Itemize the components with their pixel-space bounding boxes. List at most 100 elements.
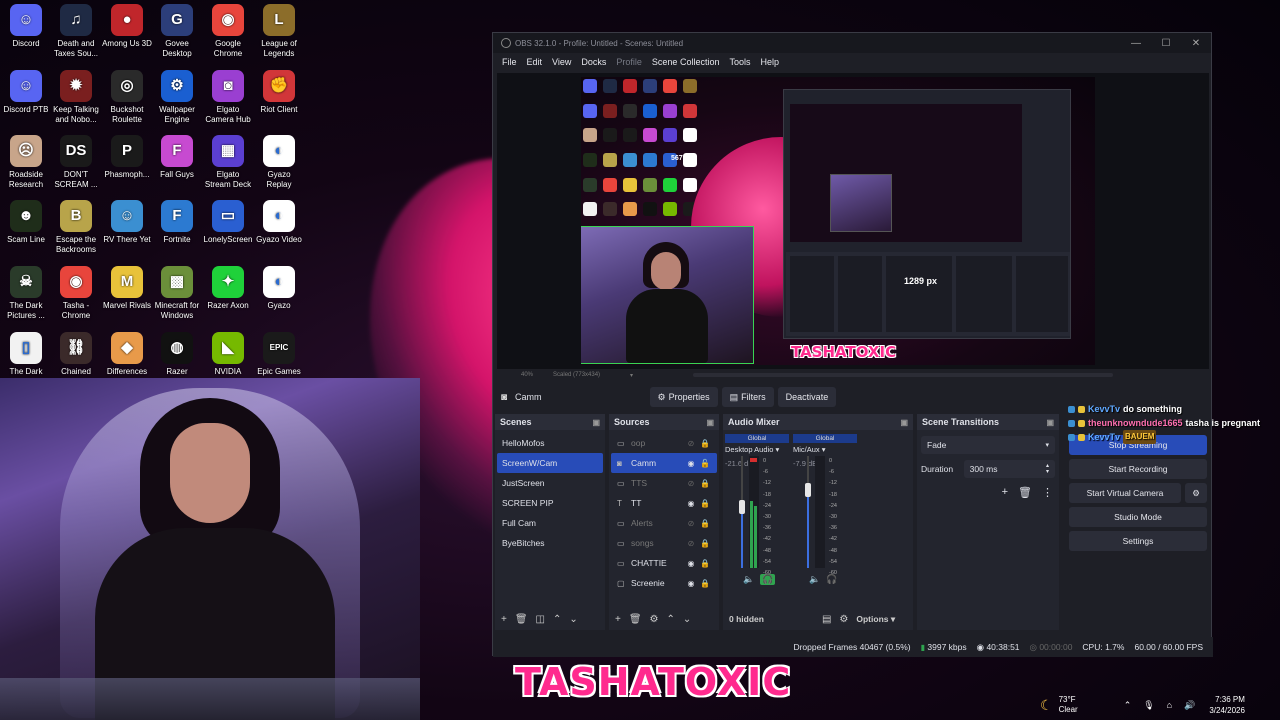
eye-hidden-icon[interactable]: ⊘	[683, 479, 699, 488]
add-source-icon[interactable]: +	[615, 614, 621, 625]
menu-docks[interactable]: Docks	[581, 57, 606, 67]
dock-float-icon[interactable]: ▣	[592, 418, 600, 427]
eye-hidden-icon[interactable]: ⊘	[683, 519, 699, 528]
lock-icon[interactable]: 🔒	[699, 439, 711, 448]
desktop-shortcut[interactable]: G Govee Desktop	[152, 4, 202, 59]
desktop-shortcut[interactable]: ☹ Roadside Research	[1, 135, 51, 190]
desktop-shortcut[interactable]: ◙ Elgato Camera Hub	[203, 70, 253, 125]
add-scene-icon[interactable]: +	[501, 614, 507, 625]
duration-input[interactable]: 300 ms ▴ ▾	[963, 460, 1055, 478]
move-down-icon[interactable]: ⌄	[569, 614, 577, 625]
lock-icon[interactable]: 🔒	[699, 519, 711, 528]
scene-filters-icon[interactable]: ◫	[536, 614, 545, 625]
menu-tools[interactable]: Tools	[729, 57, 750, 67]
source-item[interactable]: ▢ Screenie ◉ 🔒	[611, 573, 717, 593]
camera-source-preview[interactable]	[581, 226, 754, 364]
desktop-shortcut[interactable]: ▦ Elgato Stream Deck	[203, 135, 253, 190]
desktop-shortcut[interactable]: ☺ RV There Yet	[102, 200, 152, 255]
headphones-icon[interactable]: 🎧	[760, 574, 776, 585]
desktop-shortcut[interactable]: L League of Legends	[254, 4, 304, 59]
source-item[interactable]: T TT ◉ 🔒	[611, 493, 717, 513]
move-down-icon[interactable]: ⌄	[683, 614, 691, 625]
desktop-shortcut[interactable]: ✦ Razer Axon	[203, 266, 253, 321]
desktop-shortcut[interactable]: B Escape the Backrooms	[51, 200, 101, 255]
move-up-icon[interactable]: ⌃	[553, 614, 561, 625]
network-icon[interactable]: ⌂	[1167, 700, 1172, 711]
obs-titlebar[interactable]: OBS 32.1.0 - Profile: Untitled - Scenes:…	[493, 33, 1211, 53]
mixer-options-button[interactable]: Options ▾	[856, 614, 895, 625]
layout-icon[interactable]: ▤	[822, 614, 831, 625]
menu-profile[interactable]: Profile	[616, 57, 642, 67]
preview-canvas[interactable]: 567 px 1289 px TASHATOXIC	[581, 77, 1095, 365]
remove-transition-icon[interactable]: 🗑	[1018, 486, 1032, 499]
unlock-icon[interactable]: 🔓	[699, 459, 711, 468]
transition-menu-icon[interactable]: ⋮	[1042, 486, 1053, 499]
preview-scaling[interactable]: Scaled (773x434)	[553, 372, 600, 378]
desktop-shortcut[interactable]: ⚙ Wallpaper Engine	[152, 70, 202, 125]
deactivate-button[interactable]: Deactivate	[777, 387, 837, 407]
eye-icon[interactable]: ◉	[683, 559, 699, 568]
volume-fader[interactable]	[739, 456, 745, 568]
scene-item[interactable]: ScreenW/Cam	[497, 453, 603, 473]
start-recording-button[interactable]: Start Recording	[1069, 459, 1207, 479]
scene-item[interactable]: Full Cam	[497, 513, 603, 533]
desktop-shortcut[interactable]: ◉ Google Chrome	[203, 4, 253, 59]
speaker-icon[interactable]: 🔈	[743, 574, 754, 585]
eye-icon[interactable]: ◉	[683, 499, 699, 508]
volume-icon[interactable]: 🔊	[1184, 700, 1195, 711]
menu-file[interactable]: File	[502, 57, 517, 67]
minimize-button[interactable]: —	[1121, 38, 1151, 49]
dock-float-icon[interactable]: ▣	[706, 418, 714, 427]
menu-view[interactable]: View	[552, 57, 571, 67]
lock-icon[interactable]: 🔒	[699, 579, 711, 588]
move-up-icon[interactable]: ⌃	[667, 614, 675, 625]
preview-area[interactable]: 567 px 1289 px TASHATOXIC	[497, 73, 1209, 369]
preview-horizontal-scrollbar[interactable]	[693, 373, 1114, 377]
desktop-shortcut[interactable]: F Fortnite	[152, 200, 202, 255]
desktop-shortcut[interactable]: ● Among Us 3D	[102, 4, 152, 59]
headphones-icon[interactable]: 🎧	[826, 574, 837, 585]
close-button[interactable]: ✕	[1181, 38, 1211, 49]
desktop-shortcut[interactable]: ◐ Gyazo Video	[254, 200, 304, 255]
desktop-shortcut[interactable]: ▩ Minecraft for Windows	[152, 266, 202, 321]
clock[interactable]: 7:36 PM 3/24/2026	[1209, 694, 1245, 716]
desktop-shortcut[interactable]: DS DON'T SCREAM ...	[51, 135, 101, 190]
desktop-shortcut[interactable]: ◉ Tasha - Chrome	[51, 266, 101, 321]
weather-widget[interactable]: ☾ 73°F Clear	[1040, 695, 1078, 715]
eye-hidden-icon[interactable]: ⊘	[683, 539, 699, 548]
lock-icon[interactable]: 🔒	[699, 479, 711, 488]
properties-button[interactable]: ⚙ Properties	[649, 387, 718, 407]
microphone-icon[interactable]: 🎙	[1143, 700, 1154, 711]
source-item[interactable]: ▭ TTS ⊘ 🔒	[611, 473, 717, 493]
scene-item[interactable]: ByeBitches	[497, 533, 603, 553]
source-item[interactable]: ▭ oop ⊘ 🔒	[611, 433, 717, 453]
transition-select[interactable]: Fade ▾	[921, 436, 1055, 454]
lock-icon[interactable]: 🔒	[699, 499, 711, 508]
scene-item[interactable]: JustScreen	[497, 473, 603, 493]
add-transition-icon[interactable]: +	[1002, 486, 1008, 499]
source-item[interactable]: ◙ Camm ◉ 🔓	[611, 453, 717, 473]
settings-button[interactable]: Settings	[1069, 531, 1207, 551]
source-item[interactable]: ▭ Alerts ⊘ 🔒	[611, 513, 717, 533]
filters-button[interactable]: ▤ Filters	[721, 387, 774, 407]
desktop-shortcut[interactable]: ▭ LonelyScreen	[203, 200, 253, 255]
desktop-shortcut[interactable]: ◎ Buckshot Roulette	[102, 70, 152, 125]
spinner-icon[interactable]: ▴ ▾	[1046, 463, 1049, 475]
scene-item[interactable]: SCREEN PIP	[497, 493, 603, 513]
eye-icon[interactable]: ◉	[683, 459, 699, 468]
start-virtual-camera-button[interactable]: Start Virtual Camera	[1069, 483, 1181, 503]
desktop-shortcut[interactable]: ♫ Death and Taxes Sou...	[51, 4, 101, 59]
source-properties-icon[interactable]: ⚙	[650, 614, 659, 625]
desktop-shortcut[interactable]: ☺ Discord PTB	[1, 70, 51, 125]
desktop-shortcut[interactable]: ◐ Gyazo	[254, 266, 304, 321]
desktop-shortcut[interactable]: ☺ Discord	[1, 4, 51, 59]
dock-float-icon[interactable]: ▣	[1046, 418, 1054, 427]
preview-zoom[interactable]: 40%	[521, 372, 533, 378]
menu-help[interactable]: Help	[760, 57, 779, 67]
remove-source-icon[interactable]: 🗑	[629, 614, 642, 625]
desktop-shortcut[interactable]: ◐ Gyazo Replay	[254, 135, 304, 190]
eye-icon[interactable]: ◉	[683, 579, 699, 588]
eye-hidden-icon[interactable]: ⊘	[683, 439, 699, 448]
desktop-shortcut[interactable]: P Phasmoph...	[102, 135, 152, 190]
studio-mode-button[interactable]: Studio Mode	[1069, 507, 1207, 527]
